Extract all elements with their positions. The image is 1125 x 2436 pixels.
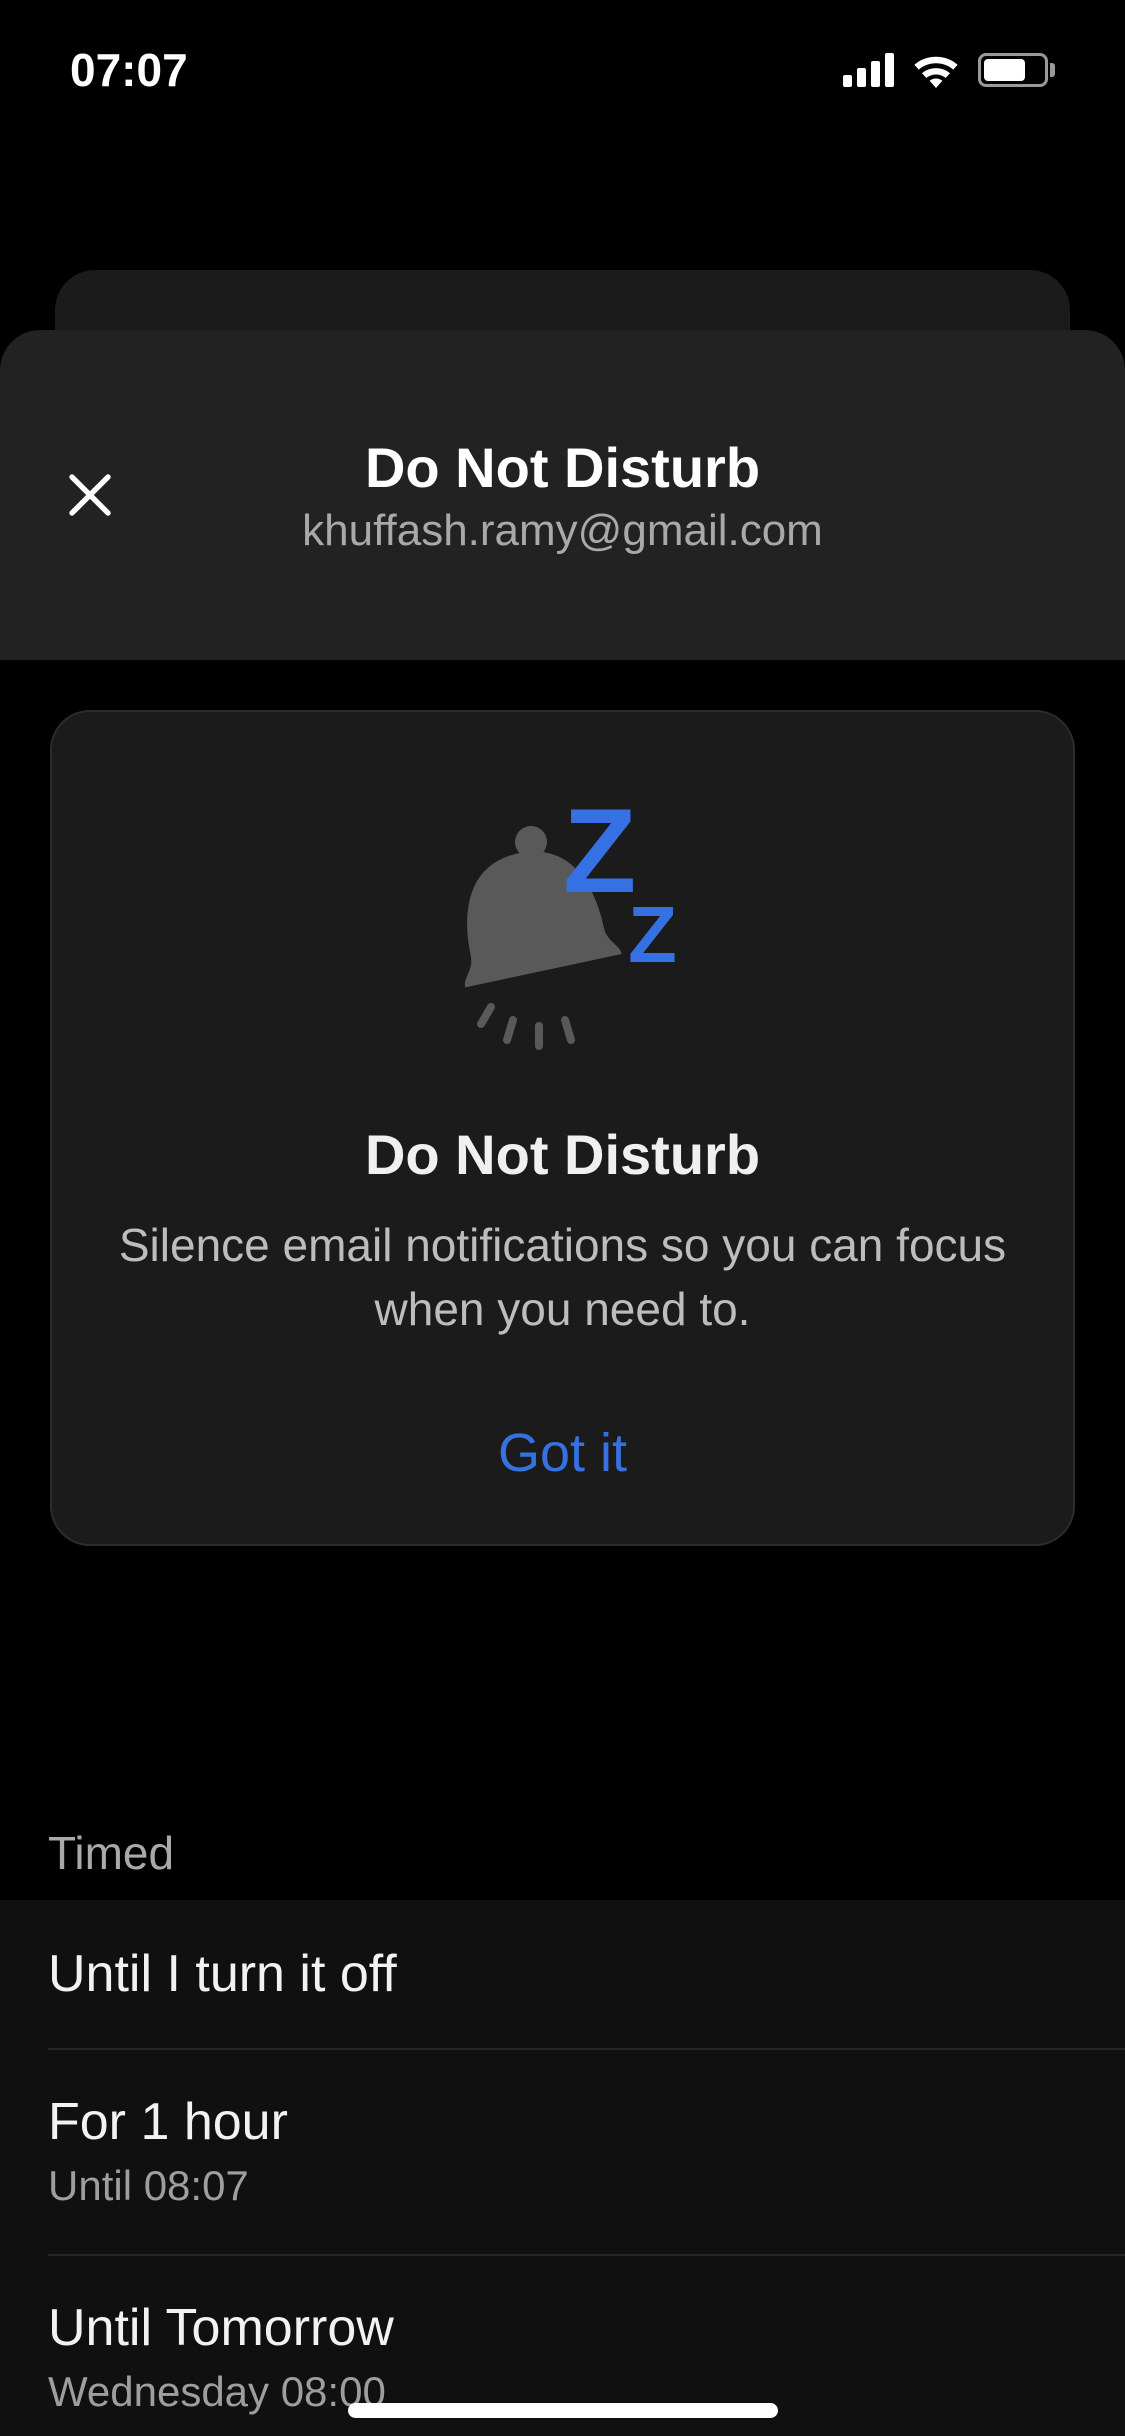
timed-section-header: Timed xyxy=(0,1826,1125,1880)
got-it-button[interactable]: Got it xyxy=(498,1422,627,1484)
info-card-title: Do Not Disturb xyxy=(365,1122,760,1187)
status-time: 07:07 xyxy=(70,43,188,97)
row-title: For 1 hour xyxy=(48,2092,288,2152)
timed-list: Until I turn it off For 1 hour Until 08:… xyxy=(0,1900,1125,2436)
row-title: Until I turn it off xyxy=(48,1944,397,2004)
sheet-subtitle: khuffash.ramy@gmail.com xyxy=(302,506,823,556)
status-bar: 07:07 xyxy=(0,0,1125,140)
cellular-signal-icon xyxy=(843,53,894,87)
svg-text:Z: Z xyxy=(628,890,677,979)
close-icon xyxy=(63,468,117,522)
wifi-icon xyxy=(912,52,960,88)
home-indicator[interactable] xyxy=(348,2403,778,2418)
info-card-description: Silence email notifications so you can f… xyxy=(112,1213,1013,1342)
timed-option-1-hour[interactable]: For 1 hour Until 08:07 xyxy=(0,2048,1125,2254)
svg-text:Z: Z xyxy=(563,802,636,918)
close-button[interactable] xyxy=(50,455,130,535)
dnd-info-card: Z Z Do Not Disturb Silence email notific… xyxy=(50,710,1075,1546)
sheet-title: Do Not Disturb xyxy=(365,435,760,500)
dnd-modal-sheet: Do Not Disturb khuffash.ramy@gmail.com xyxy=(0,330,1125,2436)
sleeping-bell-icon: Z Z xyxy=(413,802,713,1062)
row-subtitle: Until 08:07 xyxy=(48,2162,288,2210)
row-subtitle: Wednesday 08:00 xyxy=(48,2368,394,2416)
status-indicators xyxy=(843,52,1055,88)
sheet-header: Do Not Disturb khuffash.ramy@gmail.com xyxy=(0,330,1125,660)
timed-option-until-off[interactable]: Until I turn it off xyxy=(0,1900,1125,2048)
battery-icon xyxy=(978,53,1055,87)
row-title: Until Tomorrow xyxy=(48,2298,394,2358)
